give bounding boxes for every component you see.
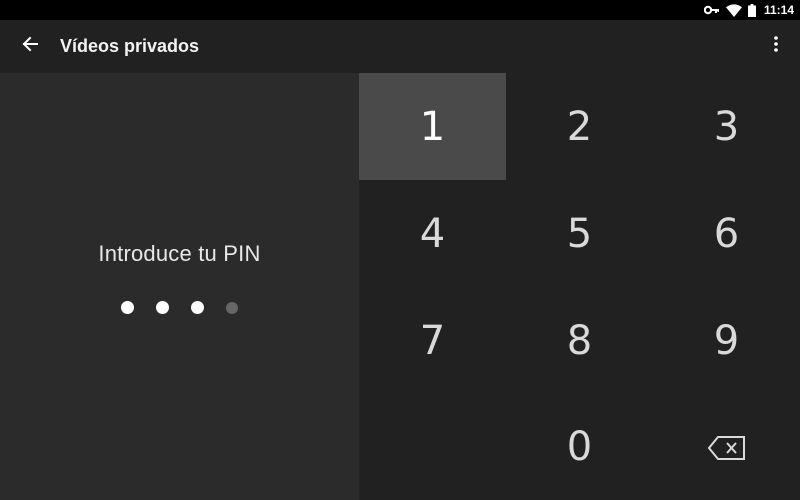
pin-dot-filled <box>191 301 204 314</box>
pin-dot-filled <box>121 301 134 314</box>
key-1[interactable]: 1 <box>359 73 506 180</box>
wifi-icon <box>725 3 742 17</box>
pin-dot-empty <box>226 302 238 314</box>
pin-prompt: Introduce tu PIN <box>98 241 261 266</box>
key-0[interactable]: 0 <box>506 393 653 500</box>
pin-dot-filled <box>156 301 169 314</box>
status-bar: 11:14 <box>0 0 800 20</box>
back-button[interactable] <box>12 28 48 64</box>
overflow-menu-button[interactable] <box>764 28 788 64</box>
key-3[interactable]: 3 <box>653 73 800 180</box>
pin-dots <box>0 301 359 314</box>
key-2[interactable]: 2 <box>506 73 653 180</box>
pin-entry-panel: Introduce tu PIN <box>0 73 359 500</box>
key-4[interactable]: 4 <box>359 180 506 287</box>
key-icon <box>703 5 720 15</box>
backspace-icon <box>707 424 746 470</box>
key-5[interactable]: 5 <box>506 180 653 287</box>
more-vert-icon <box>774 35 778 57</box>
key-6[interactable]: 6 <box>653 180 800 287</box>
status-time: 11:14 <box>763 3 794 17</box>
page-title: Vídeos privados <box>60 36 200 56</box>
arrow-back-icon <box>22 36 38 57</box>
key-7[interactable]: 7 <box>359 287 506 394</box>
delete-button[interactable] <box>653 393 800 500</box>
key-9[interactable]: 9 <box>653 287 800 394</box>
battery-icon <box>747 3 756 17</box>
keypad: 1 2 3 4 5 6 7 8 9 0 <box>359 73 800 500</box>
key-8[interactable]: 8 <box>506 287 653 394</box>
status-icons: 11:14 <box>703 0 794 20</box>
app-bar: Vídeos privados <box>0 20 800 73</box>
